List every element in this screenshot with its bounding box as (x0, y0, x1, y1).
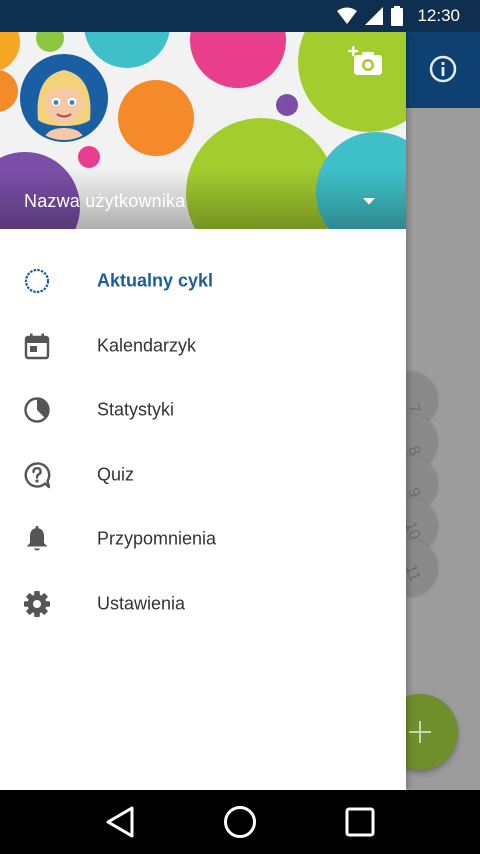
menu-item-calendar[interactable]: Kalendarzyk (0, 314, 406, 379)
navigation-drawer: Nazwa użytkownika Aktualny cykl Kalendar… (0, 32, 406, 790)
menu-item-label: Kalendarzyk (97, 335, 197, 356)
bell-icon (22, 524, 52, 554)
camera-add-icon[interactable] (348, 46, 384, 78)
header-bubble (276, 94, 298, 116)
status-time: 12:30 (417, 6, 460, 25)
menu-item-quiz[interactable]: Quiz (0, 443, 406, 508)
recent-apps-button[interactable] (340, 802, 380, 842)
circle-outline-icon (22, 266, 52, 296)
menu-item-label: Aktualny cykl (97, 270, 214, 291)
question-bubble-icon (22, 460, 52, 490)
header-bubble (84, 32, 170, 68)
plus-icon (409, 721, 431, 743)
drawer-header: Nazwa użytkownika (0, 32, 406, 229)
home-button[interactable] (220, 802, 260, 842)
header-bubble (190, 32, 286, 88)
avatar-illustration (22, 56, 106, 140)
header-bubble (118, 80, 194, 156)
cell-signal-icon (365, 7, 384, 25)
chevron-down-icon[interactable] (362, 196, 376, 206)
menu-item-statistics[interactable]: Statystyki (0, 378, 406, 443)
battery-icon (391, 6, 404, 26)
gear-icon (22, 589, 52, 619)
pie-chart-icon (22, 395, 52, 425)
avatar[interactable] (20, 54, 108, 142)
back-button[interactable] (100, 802, 140, 842)
header-bubble (0, 70, 18, 112)
username-label[interactable]: Nazwa użytkownika (24, 191, 185, 212)
back-triangle-icon (106, 806, 134, 838)
menu-item-current-cycle[interactable]: Aktualny cykl (0, 249, 406, 314)
recent-apps-square-icon (345, 807, 375, 837)
menu-item-label: Quiz (97, 464, 135, 485)
system-navigation-bar (0, 790, 480, 854)
menu-item-label: Przypomnienia (97, 528, 217, 549)
drawer-menu: Aktualny cykl Kalendarzyk Statystyki Qui… (0, 249, 406, 636)
home-circle-icon (224, 806, 256, 838)
header-bubble (0, 32, 20, 72)
menu-item-settings[interactable]: Ustawienia (0, 572, 406, 637)
header-bubble (78, 146, 100, 168)
menu-item-reminders[interactable]: Przypomnienia (0, 507, 406, 572)
status-bar: 12:30 (0, 0, 480, 32)
info-icon[interactable] (428, 54, 458, 84)
menu-item-label: Ustawienia (97, 593, 186, 614)
calendar-icon (22, 331, 52, 361)
header-bubble (36, 32, 64, 52)
wifi-icon (337, 7, 358, 24)
menu-item-label: Statystyki (97, 399, 175, 420)
